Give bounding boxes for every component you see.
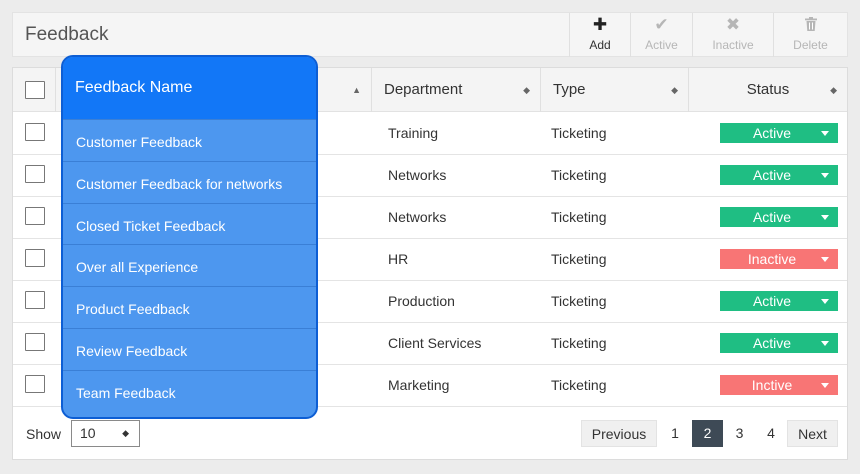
delete-label: Delete xyxy=(793,38,828,52)
dropdown-option[interactable]: Review Feedback xyxy=(63,327,316,370)
row-department: HR xyxy=(388,251,409,267)
status-select[interactable]: Active xyxy=(720,291,838,311)
status-value: Inactive xyxy=(747,251,797,267)
status-value: Active xyxy=(752,335,792,351)
row-department: Client Services xyxy=(388,335,482,351)
row-department: Production xyxy=(388,293,455,309)
column-department[interactable]: Department ◆ xyxy=(372,68,541,112)
dropdown-option[interactable]: Over all Experience xyxy=(63,244,316,286)
page-3[interactable]: 3 xyxy=(724,420,755,447)
status-select[interactable]: Inactive xyxy=(720,249,838,269)
row-department: Networks xyxy=(388,209,447,225)
check-icon: ✔ xyxy=(654,15,669,34)
column-department-label: Department xyxy=(384,81,463,98)
inactive-label: Inactive xyxy=(712,38,754,52)
row-type: Ticketing xyxy=(551,125,607,141)
row-checkbox[interactable] xyxy=(25,165,45,183)
page-1[interactable]: 1 xyxy=(660,420,690,447)
caret-down-icon xyxy=(821,299,829,304)
page-size-value: 10 xyxy=(80,425,96,441)
plus-icon: ✚ xyxy=(592,15,608,34)
status-select[interactable]: Active xyxy=(720,333,838,353)
sort-icon: ▲ xyxy=(352,85,361,95)
caret-down-icon xyxy=(821,215,829,220)
page-header: Feedback ✚ Add ✔ Active ✖ Inactive Delet… xyxy=(12,12,848,57)
page-title: Feedback xyxy=(25,24,109,45)
inactive-button[interactable]: ✖ Inactive xyxy=(692,13,773,57)
status-value: Active xyxy=(752,167,792,183)
status-select[interactable]: Active xyxy=(720,123,838,143)
page-2[interactable]: 2 xyxy=(692,420,723,447)
sort-icon: ◆ xyxy=(830,85,837,95)
dropdown-option[interactable]: Customer Feedback xyxy=(63,119,316,161)
close-icon: ✖ xyxy=(725,15,741,34)
dropdown-header[interactable]: Feedback Name xyxy=(63,57,316,119)
row-type: Ticketing xyxy=(551,377,607,393)
show-label: Show xyxy=(26,426,62,442)
dropdown-option[interactable]: Customer Feedback for networks xyxy=(63,160,316,203)
row-checkbox[interactable] xyxy=(25,249,45,267)
caret-down-icon xyxy=(821,383,829,388)
active-button[interactable]: ✔ Active xyxy=(630,13,692,57)
select-all-checkbox[interactable] xyxy=(25,81,45,99)
row-type: Ticketing xyxy=(551,167,607,183)
active-label: Active xyxy=(645,38,678,52)
status-value: Active xyxy=(752,125,792,141)
row-type: Ticketing xyxy=(551,293,607,309)
dropdown-option[interactable]: Product Feedback xyxy=(63,286,316,328)
dropdown-option[interactable]: Closed Ticket Feedback xyxy=(63,202,316,245)
previous-button[interactable]: Previous xyxy=(581,420,657,447)
row-type: Ticketing xyxy=(551,251,607,267)
status-select[interactable]: Active xyxy=(720,207,838,227)
row-checkbox[interactable] xyxy=(25,333,45,351)
row-department: Training xyxy=(388,125,439,141)
status-value: Inctive xyxy=(751,377,793,393)
row-checkbox[interactable] xyxy=(25,291,45,309)
page-size-select[interactable]: 10 ◆ xyxy=(71,420,140,447)
select-all-cell xyxy=(13,68,56,112)
caret-down-icon xyxy=(821,131,829,136)
page-4[interactable]: 4 xyxy=(756,420,786,447)
status-select[interactable]: Active xyxy=(720,165,838,185)
next-button[interactable]: Next xyxy=(787,420,838,447)
status-select[interactable]: Inctive xyxy=(720,375,838,395)
status-value: Active xyxy=(752,293,792,309)
column-type[interactable]: Type ◆ xyxy=(541,68,689,112)
trash-icon xyxy=(774,13,847,35)
column-status[interactable]: Status ◆ xyxy=(689,68,847,112)
row-checkbox[interactable] xyxy=(25,123,45,141)
dropdown-option[interactable]: Team Feedback xyxy=(63,369,316,412)
caret-down-icon xyxy=(821,173,829,178)
status-value: Active xyxy=(752,209,792,225)
row-checkbox[interactable] xyxy=(25,207,45,225)
chevron-updown-icon: ◆ xyxy=(122,428,129,438)
delete-button[interactable]: Delete xyxy=(773,13,847,57)
feedback-name-dropdown[interactable]: Feedback Name Customer Feedback Customer … xyxy=(61,55,318,419)
sort-icon: ◆ xyxy=(523,85,530,95)
caret-down-icon xyxy=(821,257,829,262)
add-button[interactable]: ✚ Add xyxy=(569,13,630,57)
row-checkbox[interactable] xyxy=(25,375,45,393)
add-label: Add xyxy=(589,38,611,52)
row-type: Ticketing xyxy=(551,335,607,351)
caret-down-icon xyxy=(821,341,829,346)
column-type-label: Type xyxy=(553,81,586,98)
row-department: Marketing xyxy=(388,377,450,393)
sort-icon: ◆ xyxy=(671,85,678,95)
column-status-label: Status xyxy=(746,81,790,98)
row-department: Networks xyxy=(388,167,447,183)
row-type: Ticketing xyxy=(551,209,607,225)
